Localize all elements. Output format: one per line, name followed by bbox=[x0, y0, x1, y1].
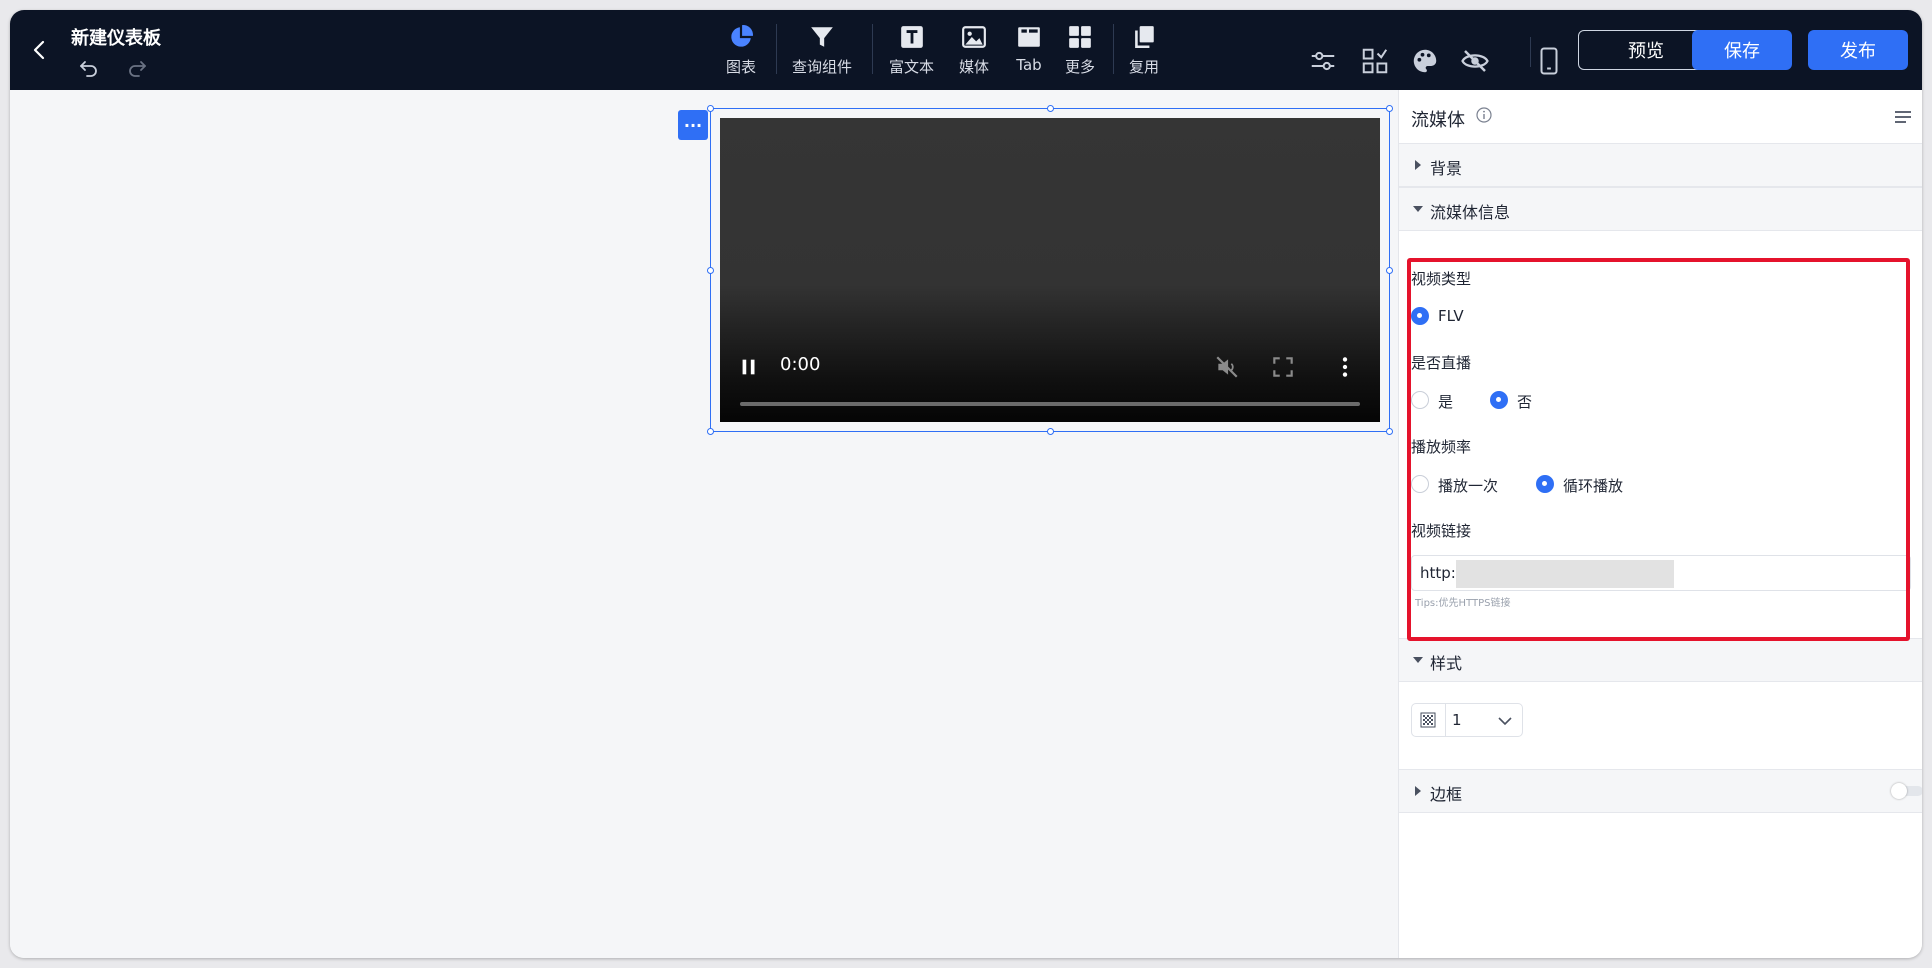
palette-icon[interactable] bbox=[1410, 46, 1440, 76]
copy-icon bbox=[1135, 26, 1154, 49]
toolbar-media-label: 媒体 bbox=[959, 58, 990, 76]
section-stream-info-label: 流媒体信息 bbox=[1430, 203, 1511, 222]
toolbar-reuse-label: 复用 bbox=[1129, 58, 1160, 76]
pause-icon[interactable] bbox=[738, 356, 760, 378]
chevron-down-icon bbox=[1498, 717, 1512, 726]
dashboard-canvas[interactable]: ··· 0:00 bbox=[10, 90, 1398, 958]
video-time: 0:00 bbox=[780, 354, 821, 375]
publish-button[interactable]: 发布 bbox=[1808, 30, 1908, 70]
redo-icon[interactable] bbox=[125, 56, 149, 80]
is-live-label: 是否直播 bbox=[1411, 354, 1472, 372]
radio-live-no-label[interactable]: 否 bbox=[1517, 391, 1532, 412]
stream-video-player[interactable]: 0:00 bbox=[720, 118, 1380, 422]
toolbar-chart[interactable]: 图表 bbox=[726, 24, 756, 84]
section-style[interactable]: 样式 bbox=[1399, 638, 1922, 682]
section-stream-info[interactable]: 流媒体信息 bbox=[1399, 187, 1922, 231]
radio-play-loop[interactable] bbox=[1536, 475, 1554, 493]
mobile-icon[interactable] bbox=[1534, 46, 1564, 76]
radio-video-type-flv[interactable] bbox=[1411, 307, 1429, 325]
toolbar-richtext[interactable]: 富文本 bbox=[889, 24, 934, 84]
info-icon[interactable] bbox=[1476, 107, 1492, 123]
resize-handle-top-left[interactable] bbox=[707, 105, 714, 112]
section-border-label: 边框 bbox=[1430, 785, 1463, 804]
toolbar-more[interactable]: 更多 bbox=[1065, 24, 1095, 84]
caret-down-icon bbox=[1413, 657, 1423, 663]
toolbar-richtext-label: 富文本 bbox=[889, 58, 935, 76]
toolbar-divider bbox=[1113, 24, 1114, 74]
tab-icon bbox=[1018, 27, 1040, 47]
toolbar-divider bbox=[872, 24, 873, 74]
section-background-label: 背景 bbox=[1430, 159, 1463, 178]
radio-play-once[interactable] bbox=[1411, 475, 1429, 493]
section-style-label: 样式 bbox=[1430, 654, 1463, 673]
toolbar-tab-label: Tab bbox=[1016, 56, 1042, 74]
app-window: 新建仪表板 图表 查询组件 富文本 媒体 Tab 更多 复用 预览 保存 发布 … bbox=[10, 10, 1922, 958]
undo-icon[interactable] bbox=[77, 56, 101, 80]
caret-down-icon bbox=[1413, 206, 1423, 212]
resize-handle-top[interactable] bbox=[1047, 105, 1054, 112]
video-url-input[interactable]: http: bbox=[1411, 555, 1911, 591]
list-menu-icon[interactable] bbox=[1893, 108, 1913, 126]
toolbar-media[interactable]: 媒体 bbox=[959, 24, 989, 84]
dashboard-title[interactable]: 新建仪表板 bbox=[71, 24, 161, 50]
grid-icon bbox=[1069, 26, 1091, 48]
radio-flv-label[interactable]: FLV bbox=[1438, 307, 1464, 325]
caret-right-icon bbox=[1415, 160, 1421, 170]
opacity-divider bbox=[1445, 704, 1446, 736]
section-border[interactable]: 边框 bbox=[1399, 769, 1922, 813]
checker-opacity-icon bbox=[1420, 712, 1436, 728]
video-type-label: 视频类型 bbox=[1411, 270, 1472, 288]
resize-handle-top-right[interactable] bbox=[1386, 105, 1393, 112]
opacity-value: 1 bbox=[1452, 711, 1462, 729]
property-panel: 流媒体 背景 流媒体信息 视频类型 FLV 是否直播 是 否 播放频率 播放一次… bbox=[1398, 90, 1922, 958]
border-toggle[interactable] bbox=[1891, 783, 1922, 799]
fullscreen-icon[interactable] bbox=[1270, 354, 1296, 380]
radio-live-no[interactable] bbox=[1490, 391, 1508, 409]
filter-icon bbox=[811, 27, 833, 47]
image-icon bbox=[962, 26, 986, 48]
radio-play-once-label[interactable]: 播放一次 bbox=[1438, 475, 1498, 496]
resize-handle-right[interactable] bbox=[1386, 267, 1393, 274]
eye-off-icon[interactable] bbox=[1460, 46, 1490, 76]
caret-right-icon bbox=[1415, 786, 1421, 796]
toolbar-divider bbox=[776, 24, 777, 74]
header-divider bbox=[1530, 37, 1531, 67]
video-url-value: http: bbox=[1420, 564, 1456, 582]
toolbar-query[interactable]: 查询组件 bbox=[792, 24, 852, 84]
toolbar-tab[interactable]: Tab bbox=[1016, 24, 1042, 84]
pie-chart-icon bbox=[731, 25, 753, 47]
redacted-url-block bbox=[1456, 560, 1674, 588]
panel-title: 流媒体 bbox=[1411, 110, 1465, 131]
layout-check-icon[interactable] bbox=[1360, 46, 1390, 76]
toolbar-more-label: 更多 bbox=[1065, 58, 1096, 76]
ellipsis-icon: ··· bbox=[683, 115, 703, 135]
save-button[interactable]: 保存 bbox=[1692, 30, 1792, 70]
more-vertical-icon[interactable] bbox=[1332, 354, 1358, 380]
radio-live-yes[interactable] bbox=[1411, 391, 1429, 409]
back-arrow-icon[interactable] bbox=[28, 38, 52, 62]
video-progress-bar[interactable] bbox=[740, 402, 1360, 406]
resize-handle-bottom-right[interactable] bbox=[1386, 428, 1393, 435]
video-url-tips: Tips:优先HTTPS链接 bbox=[1415, 598, 1511, 609]
text-t-icon bbox=[900, 26, 923, 48]
play-frequency-label: 播放频率 bbox=[1411, 438, 1472, 456]
opacity-select[interactable]: 1 bbox=[1411, 703, 1523, 737]
radio-live-yes-label[interactable]: 是 bbox=[1438, 391, 1453, 412]
component-more-button[interactable]: ··· bbox=[678, 110, 708, 140]
radio-play-loop-label[interactable]: 循环播放 bbox=[1563, 475, 1623, 496]
video-url-label: 视频链接 bbox=[1411, 522, 1472, 540]
resize-handle-left[interactable] bbox=[707, 267, 714, 274]
toolbar-chart-label: 图表 bbox=[726, 58, 757, 76]
toolbar-reuse[interactable]: 复用 bbox=[1129, 24, 1159, 84]
top-header: 新建仪表板 图表 查询组件 富文本 媒体 Tab 更多 复用 预览 保存 发布 bbox=[10, 10, 1922, 90]
sliders-icon[interactable] bbox=[1308, 46, 1338, 76]
section-background[interactable]: 背景 bbox=[1399, 143, 1922, 187]
resize-handle-bottom-left[interactable] bbox=[707, 428, 714, 435]
volume-muted-icon[interactable] bbox=[1214, 354, 1240, 380]
resize-handle-bottom[interactable] bbox=[1047, 428, 1054, 435]
toolbar-query-label: 查询组件 bbox=[792, 58, 853, 76]
